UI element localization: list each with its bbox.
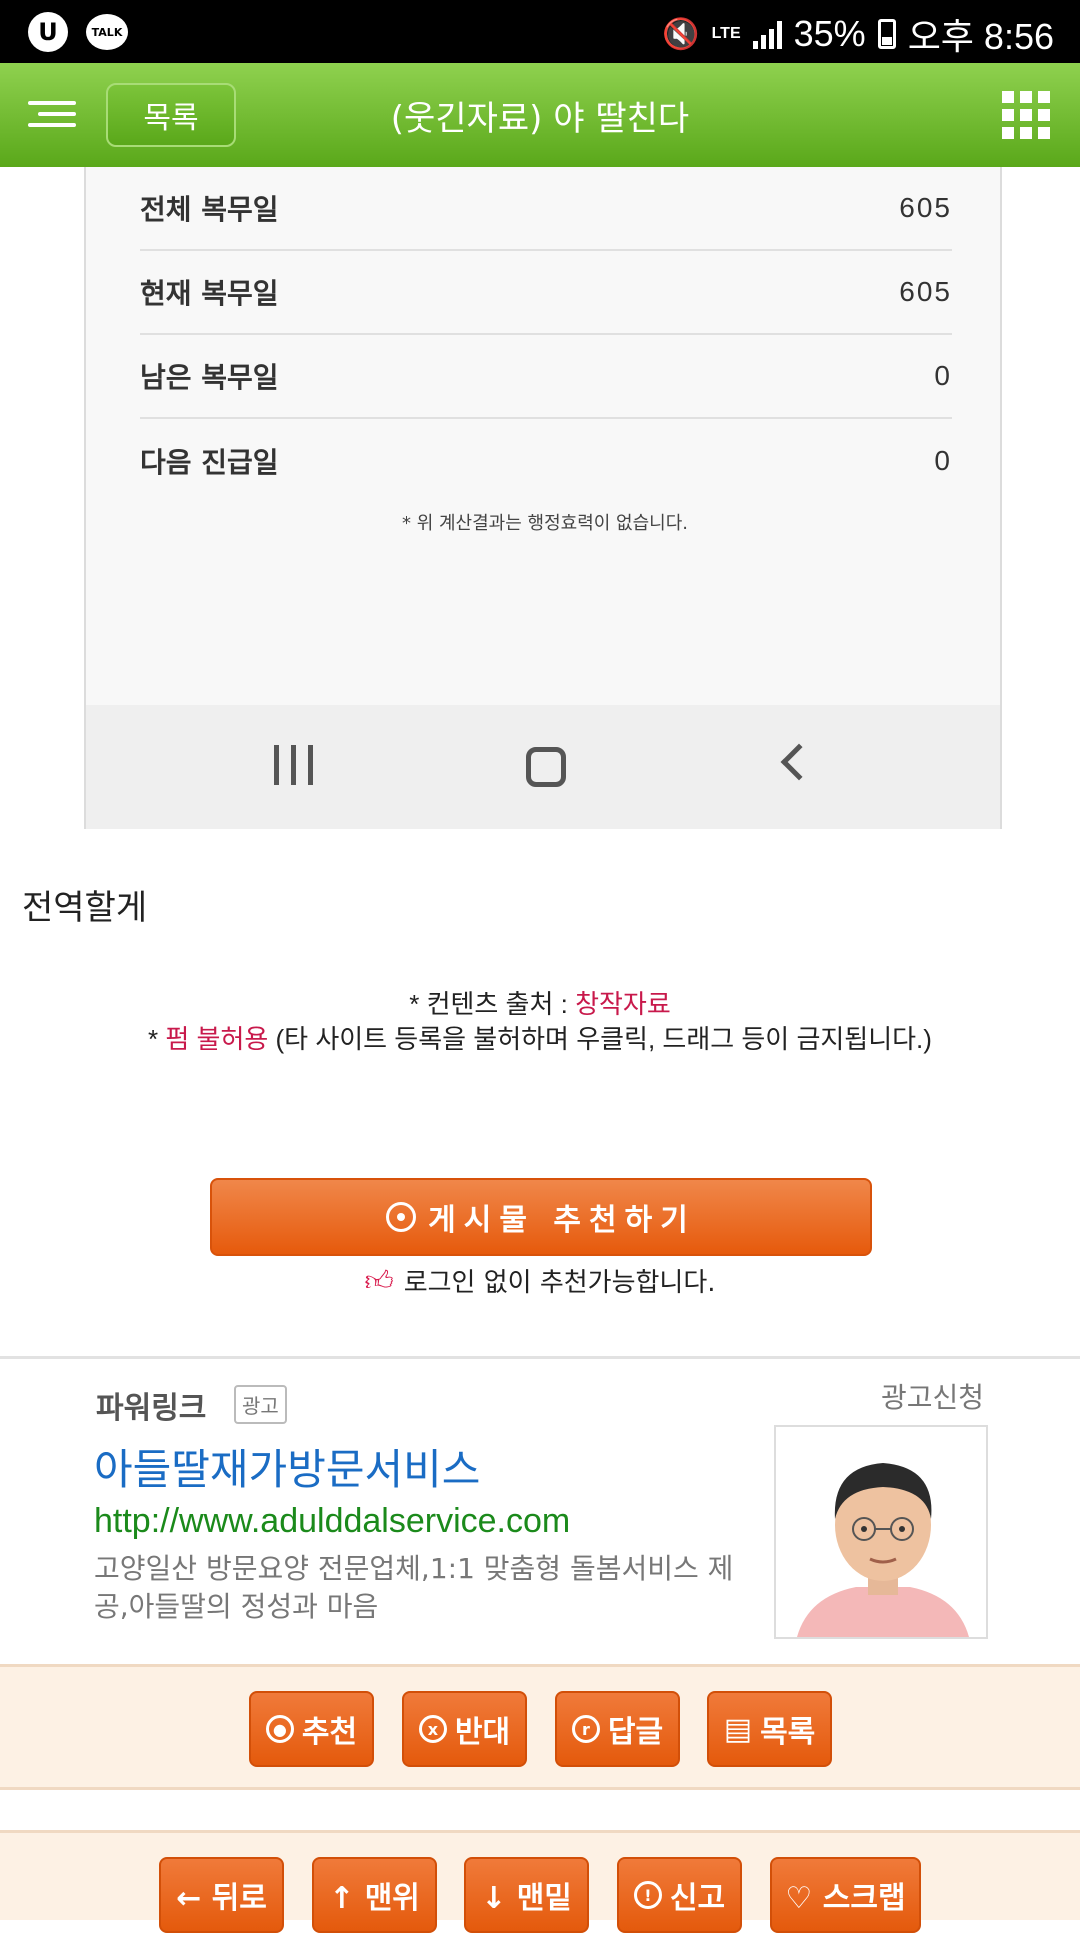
battery-icon — [877, 19, 896, 49]
recommend-post-button[interactable]: 게시물 추천하기 — [210, 1178, 872, 1256]
circle-dot-icon — [386, 1202, 417, 1232]
top-button[interactable]: ↑ 맨위 — [312, 1857, 437, 1933]
apps-grid-icon[interactable] — [1002, 91, 1050, 139]
ad-url-link[interactable]: http://www.adulddalservice.com — [94, 1502, 570, 1541]
copy-policy-red: 펌 불허용 — [165, 1024, 269, 1054]
circle-r-icon: r — [571, 1715, 600, 1743]
ad-description: 고양일산 방문요양 전문업체,1:1 맞춤형 돌봄서비스 제공,아들딸의 정성과… — [94, 1552, 734, 1623]
ad-apply-link[interactable]: 광고신청 — [881, 1376, 984, 1416]
system-indicators: 🔇 LTE 35% 오후 8:56 — [662, 8, 1054, 60]
circle-dot-icon: ● — [265, 1715, 294, 1743]
reply-button-label: 답글 — [607, 1715, 664, 1750]
row-value: 605 — [899, 192, 952, 223]
post-action-bar: ● 추천 x 반대 r 답글 ▤ 목록 — [0, 1664, 1080, 1790]
home-icon — [526, 747, 566, 787]
recommend-note: 👍︎ 로그인 없이 추천가능합니다. — [0, 1262, 1080, 1299]
ad-title-link[interactable]: 아들딸재가방문서비스 — [94, 1436, 480, 1497]
ad-photo[interactable] — [774, 1425, 988, 1639]
android-nav-bar-image — [86, 705, 1000, 829]
lte-indicator: LTE — [711, 25, 741, 42]
report-button[interactable]: ! 신고 — [617, 1857, 742, 1933]
post-body-text: 전역할게 — [22, 888, 148, 928]
row-label: 전체 복무일 — [140, 193, 279, 226]
person-portrait-icon — [776, 1427, 986, 1637]
row-value: 0 — [934, 445, 952, 476]
ad-badge: 광고 — [234, 1385, 287, 1424]
recommend-note-text: 로그인 없이 추천가능합니다. — [403, 1268, 716, 1298]
row-value: 605 — [899, 276, 952, 307]
kakaotalk-icon: TALK — [86, 14, 128, 50]
reply-button[interactable]: r 답글 — [555, 1691, 680, 1767]
oppose-button-label: 반대 — [454, 1715, 511, 1750]
service-row: 남은 복무일 0 — [140, 335, 952, 419]
copy-prefix: * — [148, 1024, 166, 1054]
status-bar: U TALK 🔇 LTE 35% 오후 8:56 — [0, 0, 1080, 63]
oppose-button[interactable]: x 반대 — [402, 1691, 527, 1767]
list-icon: ▤ — [723, 1711, 753, 1747]
row-label: 현재 복무일 — [140, 277, 279, 310]
app-header: 목록 (웃긴자료) 야 딸친다 — [0, 63, 1080, 167]
source-prefix: * 컨텐츠 출처 : — [409, 989, 576, 1019]
row-value: 0 — [934, 360, 952, 391]
report-icon: ! — [633, 1881, 662, 1909]
recommend-button[interactable]: ● 추천 — [249, 1691, 374, 1767]
battery-percent: 35% — [793, 13, 866, 54]
recommend-button-label: 추천 — [301, 1715, 358, 1750]
back-button[interactable]: ← 뒤로 — [159, 1857, 284, 1933]
content-source: * 컨텐츠 출처 : 창작자료 — [0, 984, 1080, 1021]
signal-icon — [752, 19, 782, 49]
service-row: 다음 진급일 0 — [140, 419, 952, 503]
menu-icon[interactable] — [28, 101, 76, 129]
copy-policy-rest: (타 사이트 등록을 불허하며 우클릭, 드래그 등이 금지됩니다.) — [268, 1024, 932, 1054]
source-value: 창작자료 — [575, 989, 671, 1019]
report-label: 신고 — [669, 1881, 726, 1916]
post-image: 전체 복무일 605 현재 복무일 605 남은 복무일 0 다음 진급일 0 … — [84, 167, 1002, 829]
list-bottom-label: 목록 — [760, 1715, 816, 1750]
row-label: 남은 복무일 — [140, 361, 279, 394]
recommend-label: 게시물 추천하기 — [428, 1203, 696, 1238]
recents-icon — [274, 745, 313, 785]
copy-policy: * 펌 불허용 (타 사이트 등록을 불허하며 우클릭, 드래그 등이 금지됩니… — [0, 1019, 1080, 1056]
bottom-button[interactable]: ↓ 맨밑 — [464, 1857, 589, 1933]
service-row: 전체 복무일 605 — [140, 167, 952, 251]
back-icon — [780, 743, 818, 781]
list-bottom-button[interactable]: ▤ 목록 — [707, 1691, 832, 1767]
scrap-button[interactable]: ♡ 스크랩 — [770, 1857, 921, 1933]
calc-note: * 위 계산결과는 행정효력이 없습니다. — [401, 513, 688, 534]
divider — [0, 1356, 1080, 1359]
thumbs-up-icon: 👍︎ — [364, 1263, 394, 1297]
notification-icons: U TALK — [28, 12, 128, 52]
powerlink-label: 파워링크 — [96, 1391, 207, 1426]
service-row: 현재 복무일 605 — [140, 251, 952, 335]
clock: 오후 8:56 — [907, 16, 1054, 57]
page-title: (웃긴자료) 야 딸친다 — [390, 98, 690, 139]
mute-icon: 🔇 — [662, 17, 700, 51]
row-label: 다음 진급일 — [140, 446, 279, 479]
circle-x-icon: x — [418, 1715, 447, 1743]
list-button[interactable]: 목록 — [106, 83, 236, 147]
navigation-action-bar: ← 뒤로 ↑ 맨위 ↓ 맨밑 ! 신고 ♡ 스크랩 — [0, 1830, 1080, 1933]
u-plus-icon: U — [28, 12, 68, 52]
